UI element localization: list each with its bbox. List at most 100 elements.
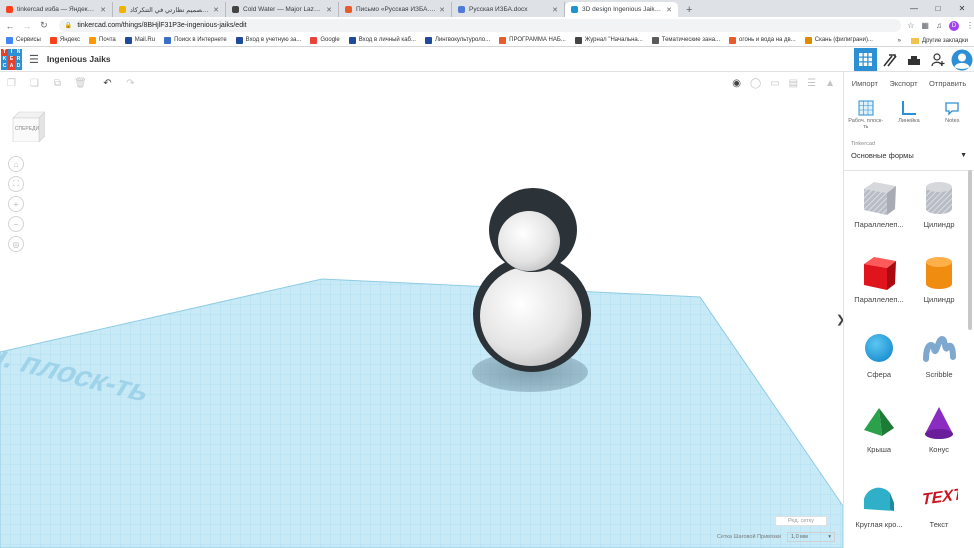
fit-view-button[interactable]: ⛶: [8, 176, 24, 192]
copy-icon[interactable]: ❐: [0, 78, 23, 89]
bookmark-item[interactable]: Сервисы: [6, 36, 41, 44]
shape-tile[interactable]: Параллелеп...: [849, 254, 909, 304]
close-tab-icon[interactable]: ✕: [552, 6, 558, 14]
export-button[interactable]: Экспорт: [889, 79, 917, 88]
penguin-belly[interactable]: [480, 266, 582, 366]
shape-tile[interactable]: Крыша: [849, 404, 909, 454]
ruler-tool[interactable]: Линейка: [889, 100, 929, 138]
edit-grid-button[interactable]: Ред. сетку: [775, 516, 827, 526]
new-tab-button[interactable]: +: [678, 2, 700, 17]
text-icon: TEXT: [909, 479, 969, 517]
shape-label: Текст: [929, 520, 949, 529]
close-tab-icon[interactable]: ✕: [326, 6, 332, 14]
close-tab-icon[interactable]: ✕: [666, 6, 672, 14]
design-title[interactable]: Ingenious Jaiks: [47, 54, 111, 64]
bookmark-item[interactable]: Яндекс: [49, 36, 80, 44]
add-user-button[interactable]: [926, 48, 949, 71]
send-button[interactable]: Отправить: [929, 79, 966, 88]
3d-view-button[interactable]: [854, 48, 877, 71]
bookmark-item[interactable]: Google: [310, 36, 340, 44]
browser-tab[interactable]: tinkercad изба — Яндекс: нашлось✕: [0, 2, 113, 17]
group-icon[interactable]: ▭: [770, 78, 779, 89]
shape-tile[interactable]: TEXT Текст: [909, 479, 969, 529]
bricks-button[interactable]: [902, 48, 925, 71]
home-view-button[interactable]: ⌂: [8, 156, 24, 172]
browser-menu-icon[interactable]: ⋮: [966, 21, 974, 30]
bookmark-label: Mail.Ru: [134, 37, 156, 43]
bookmark-item[interactable]: Скань (филиграни)...: [804, 36, 873, 44]
bookmarks-more-button[interactable]: »: [898, 38, 901, 44]
zoom-in-button[interactable]: +: [8, 196, 24, 212]
blocks-button[interactable]: [878, 48, 901, 71]
mirror-icon[interactable]: ▲: [825, 78, 835, 89]
notes-tool[interactable]: Notes: [932, 100, 972, 138]
shape-list-scrollbar[interactable]: [968, 170, 972, 330]
show-all-icon[interactable]: ◉: [732, 78, 741, 89]
snap-grid-select[interactable]: 1,0 мм ▾: [787, 532, 835, 542]
bookmark-item[interactable]: Лингвокультуроло...: [424, 36, 490, 44]
browser-tab[interactable]: 3D design Ingenious Jaiks | Tinke...✕: [565, 2, 678, 17]
bookmark-item[interactable]: Поиск в Интернете: [164, 36, 227, 44]
bookmark-label: Сервисы: [16, 37, 41, 43]
bookmark-item[interactable]: Вход в личный каб...: [348, 36, 416, 44]
design-menu-icon[interactable]: ☰: [29, 53, 39, 66]
add-user-icon: [930, 52, 944, 66]
bookmark-item[interactable]: огонь и вода на дв...: [729, 36, 796, 44]
minimize-icon[interactable]: —: [902, 0, 926, 17]
browser-tab[interactable]: Письмо «Русская ИЗБА.docx» — ...✕: [339, 2, 452, 17]
import-button[interactable]: Импорт: [852, 79, 878, 88]
redo-icon[interactable]: ↷: [119, 78, 142, 89]
penguin-face[interactable]: [498, 211, 560, 271]
bookmark-item[interactable]: ПРОГРАММА НАБ...: [499, 36, 566, 44]
shape-library-select[interactable]: Основные формы ▼: [851, 148, 969, 162]
align-icon[interactable]: ☰: [807, 78, 816, 89]
paste-icon[interactable]: ❏: [23, 78, 46, 89]
close-tab-icon[interactable]: ✕: [439, 6, 445, 14]
close-tab-icon[interactable]: ✕: [213, 6, 219, 14]
shape-tile[interactable]: Цилиндр: [909, 179, 969, 229]
workplane-viewport[interactable]: Рабоч. плоск-ть СПЕРЕДИ ⌂ ⛶ + − ◎ ❯ Ред.…: [0, 94, 843, 548]
bookmark-favicon-icon: [310, 36, 318, 44]
bookmark-item[interactable]: Тематические зана...: [651, 36, 720, 44]
perspective-button[interactable]: ◎: [8, 236, 24, 252]
url-bar[interactable]: 🔒 tinkercad.com/things/8BHjlF31P3e-ingen…: [58, 19, 902, 32]
bookmark-item[interactable]: Вход в учетную за...: [235, 36, 301, 44]
profile-avatar[interactable]: D: [948, 20, 959, 31]
collapse-panel-icon[interactable]: ❯: [836, 313, 843, 326]
bookmark-item[interactable]: Почта: [89, 36, 116, 44]
shape-tile[interactable]: Параллелеп...: [849, 179, 909, 229]
browser-tab[interactable]: ‫تصميم نظارتي في التنكركاد‬ (video)✕: [113, 2, 226, 17]
browser-tab[interactable]: Русская ИЗБА.docx ✕: [452, 2, 565, 17]
shape-tile[interactable]: Конус: [909, 404, 969, 454]
back-icon[interactable]: ←: [3, 21, 17, 31]
other-bookmarks[interactable]: Другие закладки: [922, 38, 968, 44]
delete-icon[interactable]: 🗑: [69, 78, 92, 89]
forward-icon[interactable]: →: [20, 21, 34, 31]
shape-tile[interactable]: Круглая кро...: [849, 479, 909, 529]
undo-icon[interactable]: ↶: [96, 78, 119, 89]
shape-tile[interactable]: Сфера: [849, 329, 909, 379]
user-avatar[interactable]: [950, 48, 973, 71]
workplane-tool[interactable]: Рабоч. плоск-ть: [846, 100, 886, 138]
browser-tab[interactable]: Cold Water — Major Lazer... ✕: [226, 2, 339, 17]
ruler-icon: [901, 101, 916, 115]
bookmark-item[interactable]: Mail.Ru: [124, 36, 156, 44]
reload-icon[interactable]: ↻: [37, 20, 51, 31]
tab-title: ‫تصميم نظارتي في التنكركاد‬ (video): [130, 6, 210, 14]
bookmark-star-icon[interactable]: ☆: [907, 21, 914, 30]
maximize-icon[interactable]: □: [926, 0, 950, 17]
tab-title: Письмо «Русская ИЗБА.docx» — ...: [356, 6, 437, 13]
ungroup-icon[interactable]: ▤: [789, 78, 798, 89]
shape-tile[interactable]: Цилиндр: [909, 254, 969, 304]
zoom-out-button[interactable]: −: [8, 216, 24, 232]
shape-tile[interactable]: Scribble: [909, 329, 969, 379]
extensions-icon[interactable]: ▦: [921, 21, 929, 30]
media-icon[interactable]: ♫: [936, 21, 942, 30]
bookmark-item[interactable]: Журнал "Начальна...: [574, 36, 643, 44]
light-bulb-icon[interactable]: ◯: [750, 78, 761, 89]
duplicate-icon[interactable]: ⧉: [46, 78, 69, 89]
view-cube[interactable]: СПЕРЕДИ: [11, 110, 46, 143]
tinkercad-logo[interactable]: TINKERCAD: [1, 48, 22, 70]
close-window-icon[interactable]: ✕: [950, 0, 974, 17]
close-tab-icon[interactable]: ✕: [100, 6, 106, 14]
